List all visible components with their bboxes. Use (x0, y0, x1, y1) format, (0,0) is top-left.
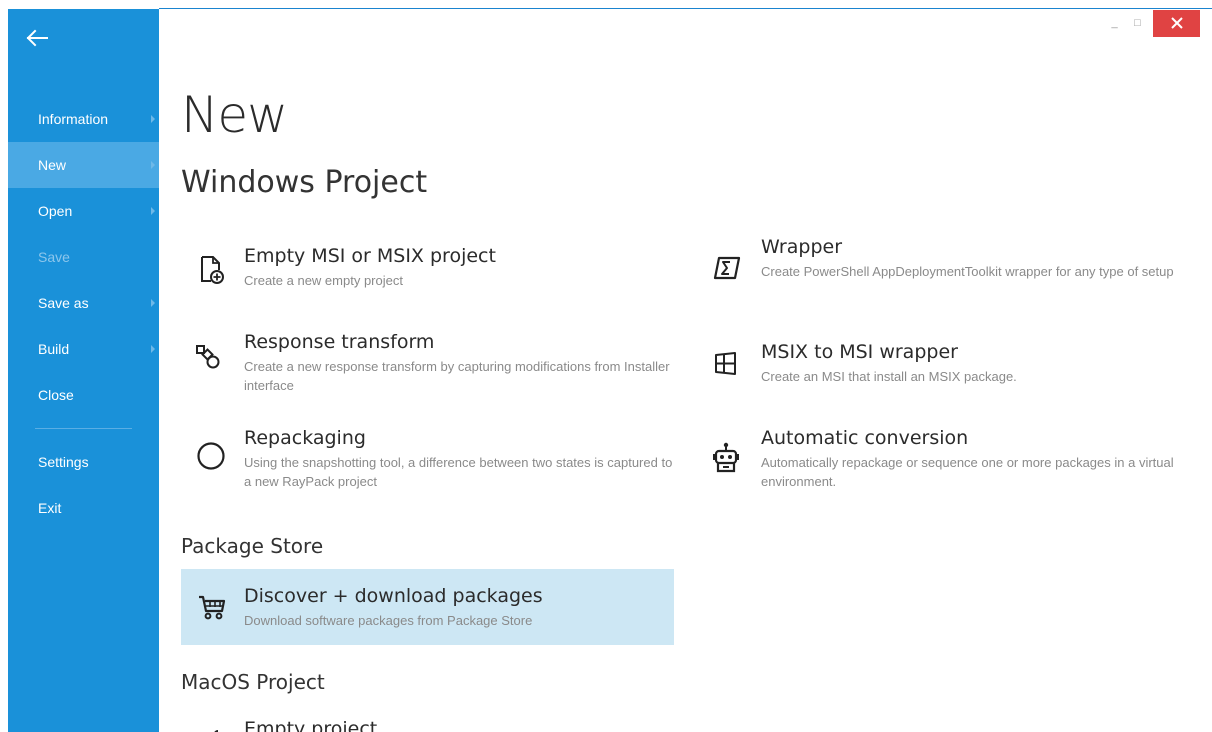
submenu-arrow-icon (151, 207, 155, 215)
sidebar-item-label: Save as (38, 295, 89, 311)
back-button[interactable] (22, 23, 52, 53)
back-arrow-icon (26, 29, 48, 47)
tile-repackaging[interactable]: Repackaging Using the snapshotting tool,… (181, 418, 676, 494)
submenu-arrow-icon (151, 299, 155, 307)
sidebar-item-new[interactable]: New (8, 142, 159, 188)
sidebar-item-label: Save (38, 249, 70, 265)
tile-description: Create a new response transform by captu… (244, 359, 670, 393)
tile-title: Empty project (244, 718, 378, 732)
tile-title: Automatic conversion (761, 427, 969, 449)
package-store-heading: Package Store (181, 534, 324, 558)
tile-title: Empty MSI or MSIX project (244, 245, 496, 267)
tile-title: MSIX to MSI wrapper (761, 341, 958, 363)
tile-title: Repackaging (244, 427, 366, 449)
sidebar-item-open[interactable]: Open (8, 188, 159, 234)
tile-discover-download-packages[interactable]: Discover + download packages Download so… (181, 569, 674, 645)
circle-icon (196, 441, 226, 471)
windows-icon (711, 349, 741, 379)
windows-project-heading: Windows Project (181, 165, 428, 200)
sidebar: Information New Open Save Save as Build … (8, 9, 159, 732)
tile-description: Create a new empty project (244, 273, 403, 288)
tile-title: Wrapper (761, 236, 843, 258)
sidebar-item-label: New (38, 157, 67, 173)
tile-description: Download software packages from Package … (244, 613, 533, 628)
new-file-icon (197, 255, 227, 285)
tile-description: Create an MSI that install an MSIX packa… (761, 369, 1017, 384)
sidebar-divider (35, 428, 132, 429)
powershell-icon (712, 253, 742, 283)
sidebar-item-label: Settings (38, 454, 89, 470)
sidebar-item-label: Exit (38, 500, 62, 516)
tile-description: Automatically repackage or sequence one … (761, 455, 1174, 489)
submenu-arrow-icon (151, 345, 155, 353)
transform-icon (193, 341, 223, 371)
sidebar-item-settings[interactable]: Settings (8, 439, 159, 485)
sidebar-item-exit[interactable]: Exit (8, 485, 159, 531)
submenu-arrow-icon (151, 161, 155, 169)
sidebar-item-label: Open (38, 203, 73, 219)
tile-title: Response transform (244, 331, 435, 353)
cart-icon (197, 592, 227, 622)
sidebar-item-save: Save (8, 234, 159, 280)
sidebar-item-label: Build (38, 341, 70, 357)
submenu-arrow-icon (151, 115, 155, 123)
tile-macos-empty-project[interactable]: Empty project (181, 714, 676, 732)
tile-empty-msi-project[interactable]: Empty MSI or MSIX project Create a new e… (181, 237, 676, 301)
tile-wrapper[interactable]: Wrapper Create PowerShell AppDeploymentT… (698, 229, 1198, 303)
apple-icon (199, 728, 229, 732)
sidebar-item-build[interactable]: Build (8, 326, 159, 372)
sidebar-nav: Information New Open Save Save as Build … (8, 96, 159, 531)
sidebar-item-information[interactable]: Information (8, 96, 159, 142)
page-title: New (181, 86, 288, 144)
sidebar-item-label: Close (38, 387, 74, 403)
tile-description: Using the snapshotting tool, a differenc… (244, 455, 673, 489)
main-content: New Windows Project Empty MSI or MSIX pr… (181, 9, 1201, 732)
tile-response-transform[interactable]: Response transform Create a new response… (181, 322, 676, 398)
tile-title: Discover + download packages (244, 585, 543, 607)
window-border (0, 0, 8, 732)
tile-description: Create PowerShell AppDeploymentToolkit w… (761, 264, 1174, 279)
macos-project-heading: MacOS Project (181, 670, 325, 694)
sidebar-item-label: Information (38, 111, 109, 127)
sidebar-item-save-as[interactable]: Save as (8, 280, 159, 326)
sidebar-item-close[interactable]: Close (8, 372, 159, 418)
tile-msix-to-msi-wrapper[interactable]: MSIX to MSI wrapper Create an MSI that i… (698, 333, 1198, 393)
robot-icon (711, 442, 741, 473)
tile-automatic-conversion[interactable]: Automatic conversion Automatically repac… (698, 418, 1198, 494)
